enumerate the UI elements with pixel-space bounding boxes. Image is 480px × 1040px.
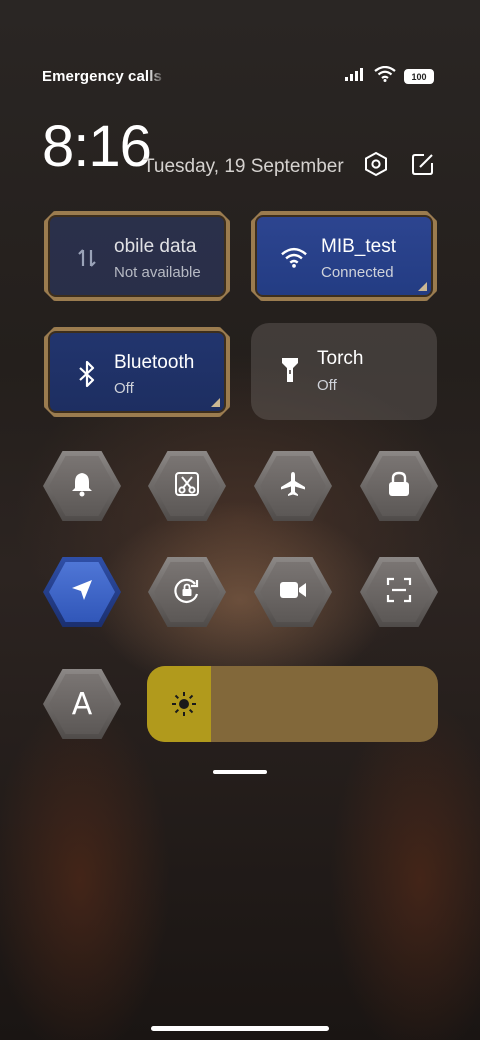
wifi-icon (281, 245, 307, 271)
bluetooth-tile[interactable]: Bluetooth Off (44, 327, 230, 417)
screenshot-scissors-icon (174, 471, 200, 502)
date-label: Tuesday, 19 September (143, 156, 344, 177)
rotation-lock-icon (173, 576, 201, 609)
bluetooth-subtitle: Off (114, 380, 134, 397)
drag-handle[interactable] (213, 770, 267, 774)
status-icons: 100 (344, 65, 434, 87)
edit-icon[interactable] (409, 150, 437, 178)
bluetooth-title: Bluetooth (114, 352, 195, 373)
signal-icon (344, 67, 366, 86)
torch-icon (277, 357, 303, 383)
lock-icon (387, 471, 411, 502)
mobile-data-subtitle: Not available (114, 264, 201, 281)
auto-brightness-toggle[interactable]: A (43, 669, 121, 739)
home-gesture-bar[interactable] (151, 1026, 329, 1031)
wifi-title: MIB_test (321, 236, 396, 257)
carrier-status-text: Emergency calls o (42, 68, 166, 85)
airplane-icon (279, 470, 307, 503)
lock-screen-toggle[interactable] (360, 451, 438, 521)
sun-icon (171, 691, 197, 717)
auto-brightness-label: A (71, 686, 93, 722)
location-icon (70, 578, 94, 607)
clock: 8:16 (42, 114, 152, 179)
airplane-mode-toggle[interactable] (254, 451, 332, 521)
rotation-lock-toggle[interactable] (148, 557, 226, 627)
battery-indicator: 100 (404, 69, 434, 84)
tile-corner-marker (211, 398, 220, 407)
bell-icon (70, 471, 94, 502)
screen-recorder-toggle[interactable] (254, 557, 332, 627)
mobile-data-icon (74, 245, 100, 271)
settings-icon[interactable] (362, 150, 390, 178)
mobile-data-tile[interactable]: obile data Not available (44, 211, 230, 301)
wifi-status-icon (374, 65, 396, 87)
torch-subtitle: Off (317, 377, 337, 394)
torch-title: Torch (317, 348, 364, 369)
wifi-subtitle: Connected (321, 264, 394, 281)
tile-corner-marker (418, 282, 427, 291)
screenshot-toggle[interactable] (148, 451, 226, 521)
scanner-toggle[interactable] (360, 557, 438, 627)
silent-mode-toggle[interactable] (43, 451, 121, 521)
mobile-data-title: obile data (114, 236, 197, 257)
torch-tile[interactable]: Torch Off (251, 323, 437, 420)
wifi-tile[interactable]: MIB_test Connected (251, 211, 437, 301)
bluetooth-icon (74, 361, 100, 387)
scan-icon (386, 577, 412, 608)
brightness-slider[interactable] (147, 666, 438, 742)
location-toggle[interactable] (43, 557, 121, 627)
video-camera-icon (278, 579, 308, 606)
